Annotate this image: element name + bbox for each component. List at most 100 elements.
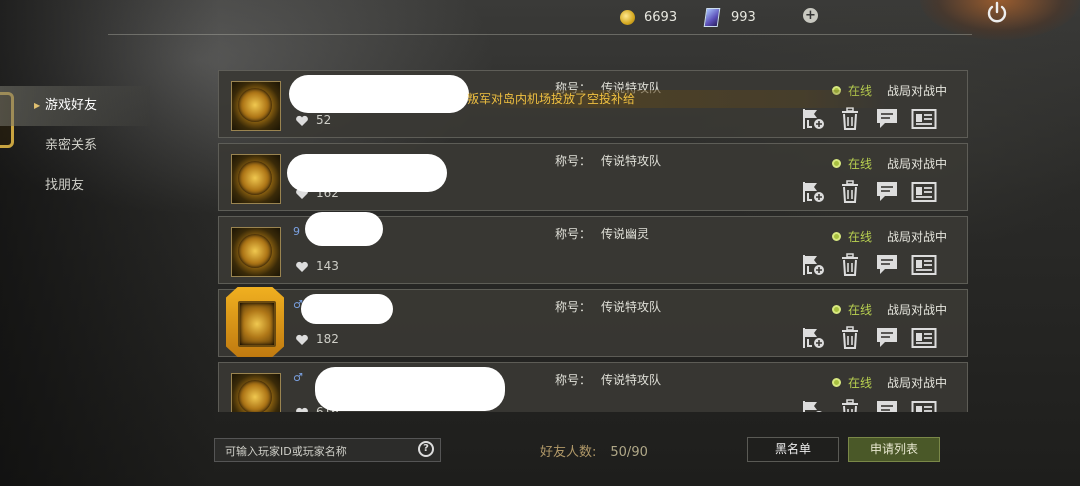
online-dot-icon (832, 378, 841, 387)
search-help-icon[interactable]: ? (418, 441, 434, 457)
gender-icon: ♂ (293, 371, 303, 384)
friend-avatar[interactable] (226, 287, 284, 357)
flag-add-icon (803, 182, 824, 202)
card-currency: 993 (703, 7, 756, 27)
chat-button[interactable] (873, 399, 901, 412)
trash-icon (842, 399, 858, 412)
friend-avatar[interactable] (231, 154, 281, 204)
online-status: 在线 (832, 301, 872, 318)
friend-row[interactable]: 162 称号： 传说特攻队 在线 战局对战中 (218, 143, 968, 211)
status-text: 在线 (848, 157, 873, 171)
chat-button[interactable] (873, 107, 901, 131)
invite-team-button[interactable] (799, 399, 827, 412)
friend-row[interactable]: 52 称号：传说特攻队 在线 战局对战中 (218, 70, 968, 138)
friend-avatar[interactable] (231, 373, 281, 412)
profile-button[interactable] (910, 326, 938, 350)
request-list-button[interactable]: 申请列表 (848, 437, 940, 462)
gender-icon: 9 (293, 225, 300, 238)
player-search[interactable]: ? (214, 438, 441, 463)
add-currency-icon[interactable]: + (803, 8, 818, 23)
online-dot-icon (832, 232, 841, 241)
friend-count: 好友人数: 50/90 (540, 441, 648, 460)
title-value: 传说特攻队 (601, 154, 662, 168)
friend-actions (799, 253, 947, 277)
friend-actions (799, 107, 947, 131)
online-status: 在线 (832, 228, 872, 245)
friend-title: 称号： 传说特攻队 (555, 152, 661, 169)
friend-row[interactable]: ♂ 182 称号： 传说特攻队 在线 战局对战中 (218, 287, 968, 357)
chat-button[interactable] (873, 253, 901, 277)
friend-likes: 52 (316, 113, 332, 127)
game-mode: 战局对战中 (887, 303, 948, 317)
top-divider (108, 34, 972, 35)
news-ticker: 叛军对岛内机场投放了空投补给 (467, 90, 887, 108)
chat-button[interactable] (873, 180, 901, 204)
delete-friend-button[interactable] (836, 180, 864, 204)
invite-team-button[interactable] (799, 253, 827, 277)
nav-item-game-friends[interactable]: ▶ 游戏好友 (0, 86, 150, 126)
online-status: 在线 (832, 155, 872, 172)
profile-card-icon (911, 109, 937, 129)
online-dot-icon (832, 305, 841, 314)
profile-button[interactable] (910, 180, 938, 204)
friend-likes: 143 (316, 259, 339, 273)
online-status: 在线 (832, 374, 872, 391)
nav-item-relations[interactable]: 亲密关系 (0, 126, 150, 166)
card-amount: 993 (731, 9, 756, 25)
nav-item-find-friends[interactable]: 找朋友 (0, 166, 150, 206)
delete-friend-button[interactable] (836, 107, 864, 131)
friend-row[interactable]: ♂ 616 称号：传说特攻队 在线 战局对战中 (218, 362, 968, 412)
friend-row[interactable]: 9 143 称号： 传说幽灵 在线 战局对战中 (218, 212, 968, 284)
delete-friend-button[interactable] (836, 326, 864, 350)
profile-card-icon (911, 182, 937, 202)
title-value: 传说特攻队 (601, 300, 662, 314)
friend-actions (799, 399, 947, 412)
title-value: 传说幽灵 (601, 227, 650, 241)
search-input[interactable] (223, 439, 417, 463)
friend-list[interactable]: 52 称号： 传说特攻队 在线 战局对战中 (216, 69, 968, 412)
chat-icon (877, 255, 897, 274)
power-icon[interactable] (984, 0, 1010, 26)
profile-button[interactable] (910, 107, 938, 131)
chat-button[interactable] (873, 326, 901, 350)
delete-friend-button[interactable] (836, 253, 864, 277)
gold-amount: 6693 (644, 9, 678, 25)
heart-icon (296, 261, 308, 272)
redacted-name (305, 212, 383, 246)
status-text: 在线 (848, 303, 873, 317)
redacted-name (289, 75, 469, 113)
friend-avatar[interactable] (231, 227, 281, 277)
friend-actions (799, 180, 947, 204)
status-text: 在线 (848, 376, 873, 390)
game-mode: 战局对战中 (887, 230, 948, 244)
background-trees (0, 0, 220, 486)
title-label: 称号： (555, 154, 592, 168)
game-mode: 战局对战中 (887, 157, 948, 171)
friend-count-label: 好友人数: (540, 445, 597, 460)
trash-icon (842, 180, 858, 203)
trash-icon (842, 107, 858, 130)
trash-icon (842, 326, 858, 349)
profile-card-icon (911, 328, 937, 348)
chat-icon (877, 109, 897, 128)
friend-actions (799, 326, 947, 350)
flag-add-icon (803, 328, 824, 348)
card-icon (703, 7, 721, 27)
left-nav: ▶ 游戏好友 亲密关系 找朋友 (0, 86, 150, 206)
redacted-name (287, 154, 447, 192)
profile-card-icon (911, 401, 937, 412)
profile-button[interactable] (910, 399, 938, 412)
friend-title: 称号： 传说特攻队 (555, 298, 661, 315)
friend-title: 称号： 传说特攻队 (555, 371, 661, 388)
delete-friend-button[interactable] (836, 399, 864, 412)
profile-card-icon (911, 255, 937, 275)
active-arrow-icon: ▶ (34, 101, 41, 110)
friend-avatar[interactable] (231, 81, 281, 131)
invite-team-button[interactable] (799, 180, 827, 204)
game-mode: 战局对战中 (887, 376, 948, 390)
profile-button[interactable] (910, 253, 938, 277)
invite-team-button[interactable] (799, 326, 827, 350)
friend-likes: 182 (316, 332, 339, 346)
invite-team-button[interactable] (799, 107, 827, 131)
blacklist-button[interactable]: 黑名单 (747, 437, 839, 462)
